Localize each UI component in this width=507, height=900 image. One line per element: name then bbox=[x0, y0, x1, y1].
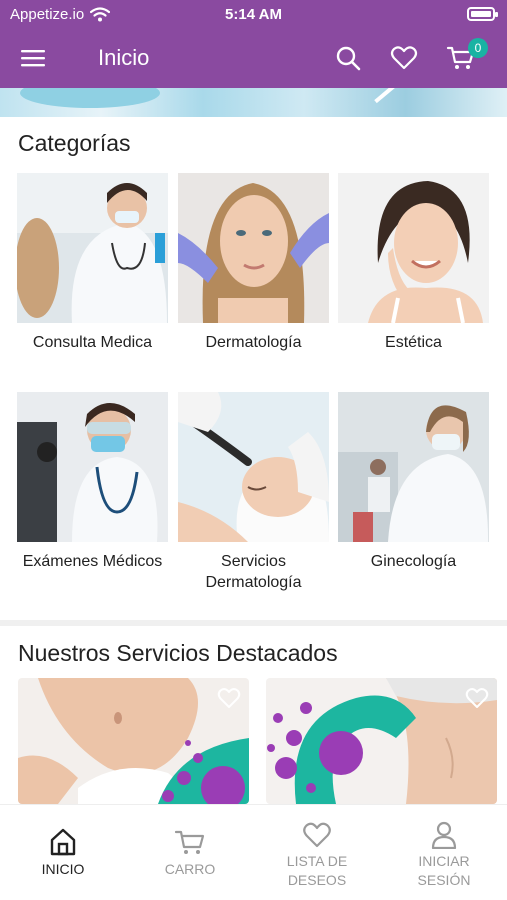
battery-icon bbox=[467, 7, 498, 21]
heart-icon bbox=[303, 822, 331, 848]
tab-inicio[interactable]: INICIO bbox=[0, 805, 126, 900]
category-label: Ginecología bbox=[370, 553, 457, 570]
category-image[interactable] bbox=[338, 392, 489, 542]
category-examenes-medicos[interactable]: Exámenes Médicos bbox=[17, 392, 168, 572]
tab-label-line: INICIAR bbox=[418, 853, 470, 869]
category-estetica[interactable]: Estética bbox=[338, 173, 489, 353]
category-image[interactable] bbox=[178, 173, 329, 323]
app-header: Appetize.io 5:14 AM Inicio 0 bbox=[0, 0, 507, 88]
tab-label-line: DESEOS bbox=[287, 872, 347, 888]
navigation-bar: Inicio 0 bbox=[0, 36, 507, 80]
heart-icon[interactable] bbox=[390, 44, 418, 72]
page-title: Inicio bbox=[98, 45, 150, 70]
featured-service-card[interactable] bbox=[18, 678, 249, 804]
category-image[interactable] bbox=[338, 173, 489, 323]
banner-shape bbox=[20, 88, 160, 108]
category-label: Dermatología bbox=[205, 334, 302, 351]
cart-button[interactable]: 0 bbox=[446, 38, 488, 72]
category-ginecologia[interactable]: Ginecología bbox=[338, 392, 489, 572]
category-consulta-medica[interactable]: Consulta Medica bbox=[17, 173, 168, 353]
category-label: Exámenes Médicos bbox=[22, 553, 163, 570]
tab-label: INICIO bbox=[41, 861, 85, 877]
user-icon bbox=[431, 821, 457, 849]
status-bar: Appetize.io 5:14 AM bbox=[0, 0, 507, 30]
menu-icon[interactable] bbox=[20, 46, 46, 70]
category-dermatologia[interactable]: Dermatología bbox=[178, 173, 329, 353]
syringe-graphic bbox=[374, 88, 400, 104]
status-time: 5:14 AM bbox=[225, 6, 282, 23]
category-image[interactable] bbox=[17, 173, 168, 323]
tab-lista-de-deseos[interactable]: LISTA DE DESEOS bbox=[254, 799, 380, 895]
category-servicios-dermatologia[interactable]: Servicios Dermatología bbox=[178, 392, 329, 593]
tab-label-line: SESIÓN bbox=[417, 872, 471, 888]
cart-count-badge: 0 bbox=[468, 38, 488, 58]
tab-label: INICIAR SESIÓN bbox=[381, 852, 507, 890]
featured-service-card[interactable] bbox=[266, 678, 497, 804]
heart-outline-icon[interactable] bbox=[465, 686, 489, 710]
bottom-tab-bar: INICIO CARRO LISTA DE DESEOS INICIAR SES… bbox=[0, 804, 507, 900]
category-image[interactable] bbox=[17, 392, 168, 542]
categories-title: Categorías bbox=[18, 130, 131, 156]
promo-banner[interactable] bbox=[0, 88, 507, 117]
category-label: Estética bbox=[385, 334, 442, 351]
heart-outline-icon[interactable] bbox=[217, 686, 241, 710]
category-label: Servicios Dermatología bbox=[205, 553, 302, 591]
tab-label-line: LISTA DE bbox=[286, 853, 348, 869]
home-icon bbox=[50, 828, 76, 856]
tab-label: LISTA DE DESEOS bbox=[254, 852, 380, 890]
cart-icon bbox=[174, 830, 205, 854]
section-divider bbox=[0, 620, 507, 626]
category-label: Consulta Medica bbox=[32, 334, 153, 351]
search-icon[interactable] bbox=[334, 44, 362, 72]
category-image[interactable] bbox=[178, 392, 329, 542]
featured-title: Nuestros Servicios Destacados bbox=[18, 640, 338, 666]
tab-carro[interactable]: CARRO bbox=[127, 805, 253, 900]
tab-label: CARRO bbox=[164, 861, 216, 877]
tab-iniciar-sesion[interactable]: INICIAR SESIÓN bbox=[381, 799, 507, 895]
